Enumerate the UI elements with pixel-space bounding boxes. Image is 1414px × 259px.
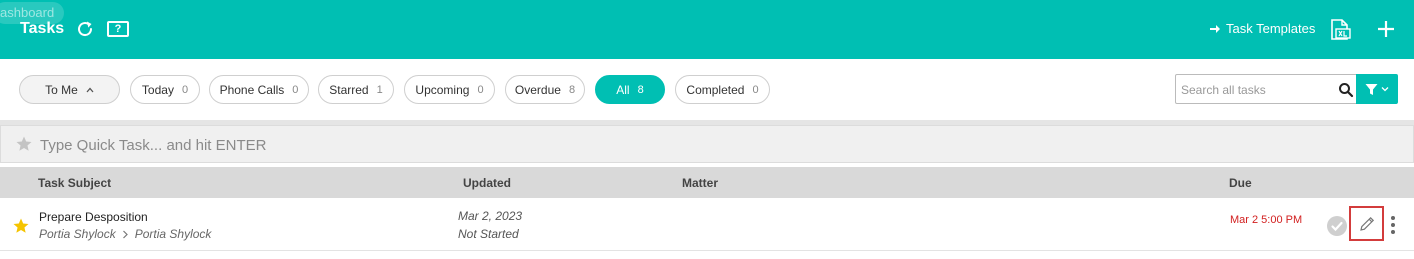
search-input[interactable] — [1181, 81, 1331, 99]
page-title: Tasks — [20, 20, 65, 37]
to-me-label: To Me — [45, 82, 78, 97]
filter-label: Phone Calls — [219, 82, 285, 97]
plus-icon[interactable] — [1376, 19, 1396, 39]
filter-starred[interactable]: Starred 1 — [318, 75, 394, 104]
quick-task-bar — [0, 125, 1414, 163]
filter-icon — [1365, 83, 1378, 95]
filter-overdue[interactable]: Overdue 8 — [505, 75, 585, 104]
column-header-matter[interactable]: Matter — [682, 176, 718, 190]
filter-count: 8 — [637, 83, 644, 96]
filter-label: Completed — [686, 82, 745, 97]
filter-completed[interactable]: Completed 0 — [675, 75, 770, 104]
table-row[interactable]: Prepare Desposition Portia Shylock Porti… — [0, 198, 1414, 251]
filter-count: 0 — [292, 83, 299, 96]
refresh-icon[interactable] — [74, 18, 96, 40]
search-box — [1175, 74, 1357, 104]
task-status: Not Started — [458, 227, 519, 241]
task-subject[interactable]: Prepare Desposition — [39, 210, 148, 224]
chevron-up-icon — [86, 87, 94, 92]
check-circle-icon[interactable] — [1327, 216, 1347, 236]
filter-label: Overdue — [514, 82, 561, 97]
arrow-right-icon — [1210, 24, 1220, 33]
help-icon[interactable]: ? — [107, 21, 129, 37]
assigned-to-me-dropdown[interactable]: To Me — [19, 75, 120, 104]
filter-all[interactable]: All 8 — [595, 75, 665, 104]
star-icon[interactable] — [15, 135, 33, 153]
search-icon[interactable] — [1338, 82, 1354, 98]
filter-label: Today — [141, 82, 174, 97]
filter-count: 0 — [181, 83, 189, 96]
column-header-updated[interactable]: Updated — [463, 176, 511, 190]
filter-phone-calls[interactable]: Phone Calls 0 — [209, 75, 309, 104]
chevron-down-icon — [1381, 87, 1389, 92]
filter-count: 8 — [568, 83, 576, 96]
advanced-filter-button[interactable] — [1356, 74, 1398, 104]
star-icon[interactable] — [12, 217, 30, 235]
pencil-icon — [1359, 216, 1374, 231]
kebab-menu-icon[interactable] — [1389, 215, 1397, 235]
filter-count: 1 — [376, 83, 383, 96]
task-templates-label: Task Templates — [1226, 21, 1316, 36]
app-header: ashboard Tasks ? Task Templates — [0, 0, 1414, 59]
filter-label: Upcoming — [415, 82, 470, 97]
filter-today[interactable]: Today 0 — [130, 75, 200, 104]
column-header-task-subject[interactable]: Task Subject — [38, 176, 111, 190]
excel-export-icon[interactable] — [1328, 18, 1352, 42]
updated-date: Mar 2, 2023 — [458, 209, 523, 223]
chevron-right-icon — [122, 230, 128, 238]
edit-task-button[interactable] — [1349, 206, 1384, 241]
assigned-to: Portia Shylock — [134, 227, 212, 241]
column-header-due[interactable]: Due — [1229, 176, 1252, 190]
filter-count: 0 — [477, 83, 484, 96]
table-header: Task Subject Updated Matter Due — [0, 167, 1414, 198]
filter-count: 0 — [752, 83, 759, 96]
filter-upcoming[interactable]: Upcoming 0 — [404, 75, 495, 104]
assigned-from: Portia Shylock — [39, 227, 116, 241]
task-templates-link[interactable]: Task Templates — [1210, 21, 1315, 36]
quick-task-input[interactable] — [40, 134, 540, 156]
task-assignment: Portia Shylock Portia Shylock — [39, 227, 211, 241]
filter-label: Starred — [329, 82, 369, 97]
filter-label: All — [616, 82, 630, 97]
due-date: Mar 2 5:00 PM — [1230, 214, 1303, 226]
